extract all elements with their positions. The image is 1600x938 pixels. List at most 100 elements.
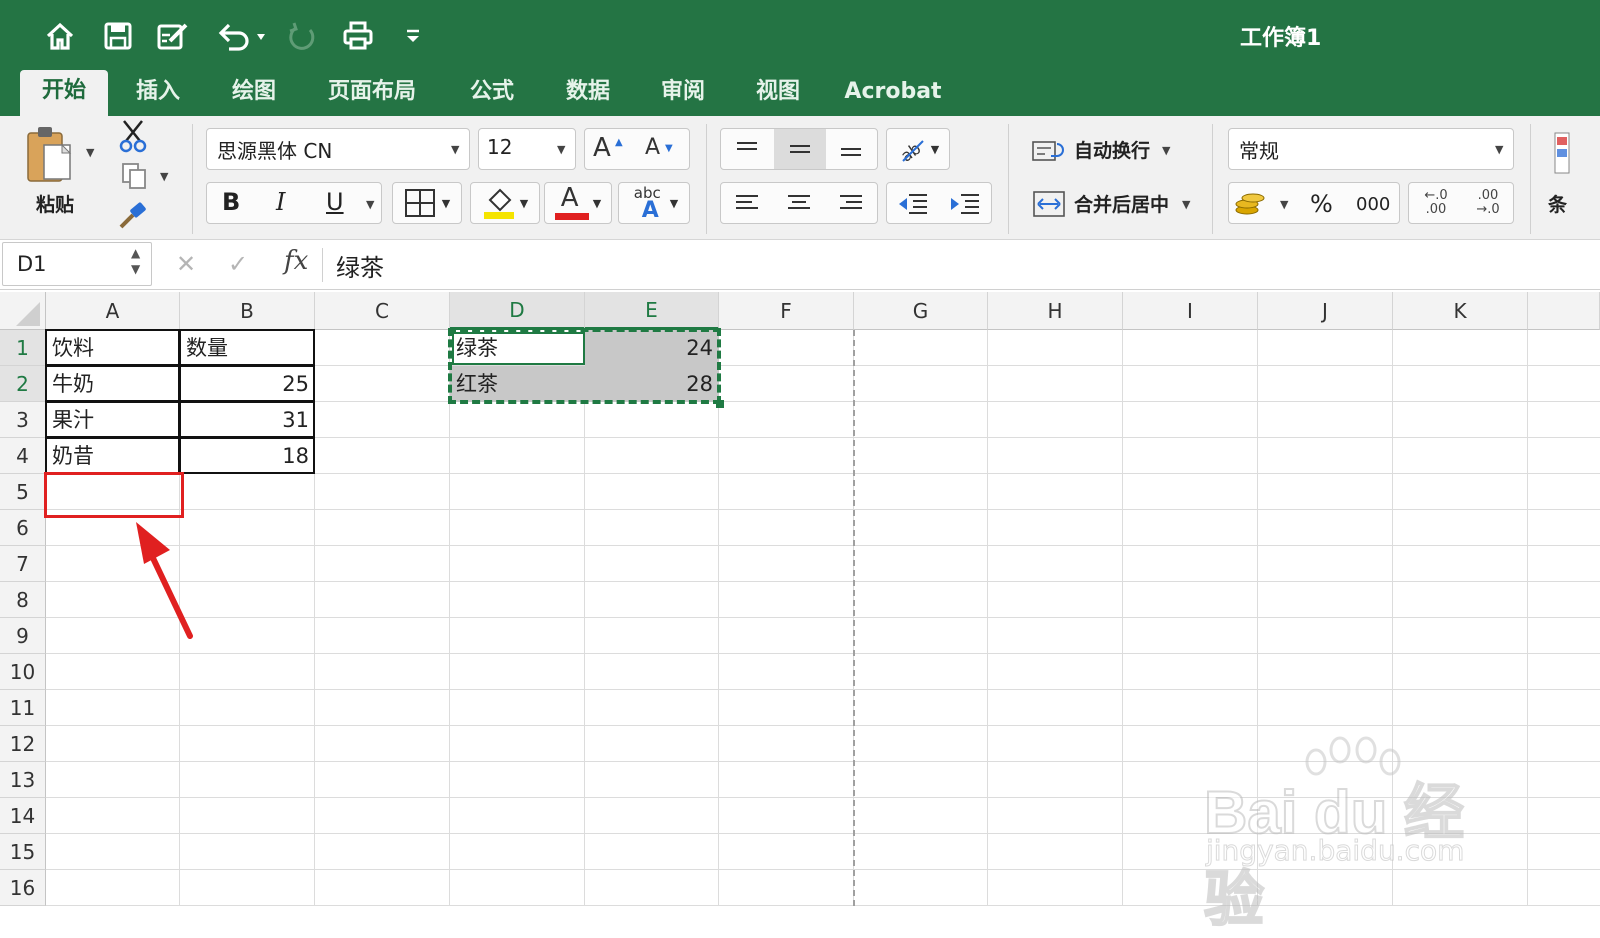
format-painter-icon[interactable] [116,200,150,232]
phonetic-bottom: A [641,198,659,223]
conditional-format-label[interactable]: 条 [1548,190,1567,217]
cut-icon[interactable] [116,118,150,154]
chevron-down-icon: ▼ [669,196,679,210]
row-header-11[interactable]: 11 [0,690,46,726]
tab-draw[interactable]: 绘图 [218,72,290,112]
column-header-h[interactable]: H [988,292,1123,330]
chevron-down-icon[interactable]: ▼ [1162,144,1170,157]
increase-font-button[interactable]: A [593,133,611,163]
edit-icon[interactable] [152,18,194,54]
decrease-decimal-top: .00 [1477,188,1499,203]
borders-button[interactable]: ▼ [392,182,462,224]
chevron-down-icon[interactable]: ▼ [1280,198,1288,211]
copy-icon[interactable] [118,160,150,192]
column-header-a[interactable]: A [46,292,180,330]
column-header-g[interactable]: G [854,292,988,330]
chevron-down-icon[interactable]: ▼ [1182,198,1190,211]
tab-acrobat[interactable]: Acrobat [840,72,946,112]
row-header-12[interactable]: 12 [0,726,46,762]
decrease-decimal-button[interactable]: .00 →.0 [1464,184,1512,222]
row-header-13[interactable]: 13 [0,762,46,798]
align-left-icon[interactable] [722,184,772,222]
tab-review[interactable]: 审阅 [647,72,719,112]
row-header-4[interactable]: 4 [0,438,46,474]
row-header-10[interactable]: 10 [0,654,46,690]
formula-bar: D1 ▲ ▼ ✕ ✓ fx 绿茶 [0,240,1600,290]
row-header-14[interactable]: 14 [0,798,46,834]
thousands-separator-button[interactable]: 000 [1356,194,1390,215]
name-box[interactable]: D1 ▲ ▼ [2,242,152,286]
accounting-format-icon[interactable] [1230,184,1270,222]
copy-dropdown-icon[interactable]: ▼ [160,170,168,183]
column-header-e[interactable]: E [585,292,719,330]
print-icon[interactable] [338,18,378,54]
align-right-icon[interactable] [826,184,876,222]
merge-center-icon[interactable] [1030,188,1068,220]
font-color-button[interactable]: A ▼ [544,182,612,224]
column-header-overflow[interactable] [1528,292,1600,330]
row-header-7[interactable]: 7 [0,546,46,582]
increase-decimal-button[interactable]: ←.0 .00 [1412,184,1460,222]
tab-formulas[interactable]: 公式 [456,72,528,112]
customize-icon[interactable] [398,18,428,54]
row-header-5[interactable]: 5 [0,474,46,510]
decrease-font-button[interactable]: A [645,135,660,160]
chevron-down-icon: ▼ [930,142,940,156]
tab-home[interactable]: 开始 [20,70,108,116]
confirm-edit-icon[interactable]: ✓ [228,250,248,278]
underline-button[interactable]: U [326,188,344,216]
align-bottom-icon[interactable] [826,130,876,168]
ribbon: ▼ 粘贴 ▼ 思源黑体 CN ▼ 12 ▼ A ▲ A ▼ B I U ▼ ▼ … [0,116,1600,240]
column-header-b[interactable]: B [180,292,315,330]
row-header-16[interactable]: 16 [0,870,46,906]
name-box-spinner-icon[interactable]: ▲ ▼ [131,245,140,277]
table-border [179,437,315,474]
cancel-edit-icon[interactable]: ✕ [176,250,196,278]
redo-icon[interactable] [282,18,322,54]
row-header-9[interactable]: 9 [0,618,46,654]
fill-color-button[interactable]: ▼ [470,182,540,224]
row-header-2[interactable]: 2 [0,366,46,402]
increase-indent-icon[interactable] [940,184,990,222]
wrap-text-icon[interactable] [1030,134,1068,166]
paste-dropdown-icon[interactable]: ▼ [86,146,94,159]
phonetic-button[interactable]: abc A ▼ [618,182,690,224]
column-header-j[interactable]: J [1258,292,1393,330]
italic-button[interactable]: I [276,188,285,216]
tab-insert[interactable]: 插入 [122,72,194,112]
undo-icon[interactable] [210,18,270,54]
column-header-k[interactable]: K [1393,292,1528,330]
wrap-text-button[interactable]: 自动换行 [1074,136,1150,163]
align-middle-icon[interactable] [774,129,826,169]
number-format-select[interactable]: 常规 ▼ [1228,128,1514,170]
row-header-15[interactable]: 15 [0,834,46,870]
column-header-f[interactable]: F [719,292,854,330]
row-header-1[interactable]: 1 [0,330,46,366]
insert-function-icon[interactable]: fx [284,246,308,276]
paste-icon[interactable] [18,122,78,188]
column-header-d[interactable]: D [450,292,585,330]
tab-view[interactable]: 视图 [742,72,814,112]
formula-input[interactable]: 绿茶 [336,248,384,283]
orientation-button[interactable]: ab ▼ [886,128,950,170]
bold-button[interactable]: B [222,188,240,216]
row-header-8[interactable]: 8 [0,582,46,618]
merge-center-button[interactable]: 合并后居中 [1074,190,1169,217]
save-icon[interactable] [98,18,138,54]
tab-data[interactable]: 数据 [552,72,624,112]
tab-page-layout[interactable]: 页面布局 [314,72,430,112]
row-header-6[interactable]: 6 [0,510,46,546]
row-header-3[interactable]: 3 [0,402,46,438]
conditional-format-icon[interactable] [1546,130,1576,176]
font-name-select[interactable]: 思源黑体 CN ▼ [206,128,470,170]
column-header-c[interactable]: C [315,292,450,330]
home-icon[interactable] [40,18,80,54]
percent-button[interactable]: % [1310,190,1333,218]
select-all-corner[interactable] [0,292,46,330]
align-center-icon[interactable] [774,184,824,222]
column-header-i[interactable]: I [1123,292,1258,330]
font-size-select[interactable]: 12 ▼ [478,128,576,170]
underline-dropdown-icon[interactable]: ▼ [366,198,374,211]
align-top-icon[interactable] [722,130,772,168]
decrease-indent-icon[interactable] [888,184,938,222]
